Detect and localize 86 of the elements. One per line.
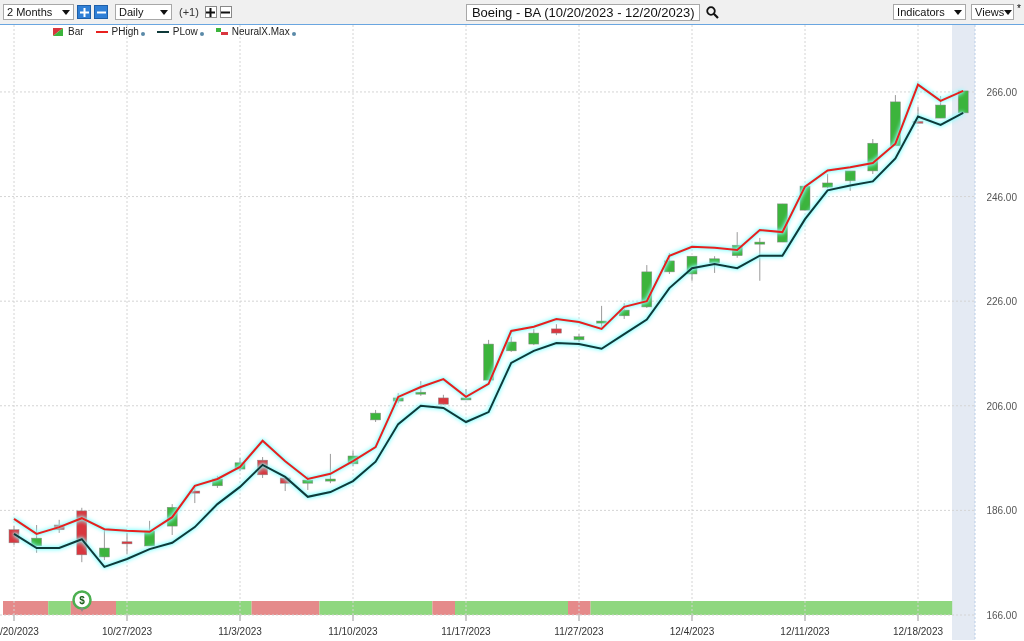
candlestick [777, 203, 788, 243]
candlestick [121, 532, 133, 555]
candlestick [189, 485, 201, 504]
dollar-marker: $ [72, 590, 92, 612]
candlestick [618, 302, 630, 320]
candlestick [890, 94, 901, 147]
candlestick [844, 170, 856, 192]
indicators-dropdown[interactable]: Indicators [893, 4, 967, 20]
candlestick [415, 380, 427, 397]
plus-icon [79, 7, 89, 17]
candlestick [392, 392, 404, 404]
y-axis-label: 166.00 [986, 610, 1017, 621]
x-axis-label: 12/11/2023 [780, 626, 830, 637]
candlestick [257, 456, 268, 479]
search-button[interactable] [706, 5, 720, 19]
x-axis-label: /20/2023 [0, 626, 39, 637]
candlestick [799, 185, 811, 211]
y-axis-label: 206.00 [986, 400, 1017, 412]
zoom-out-button[interactable] [94, 5, 108, 19]
x-axis-label: 12/18/2023 [892, 626, 944, 637]
candlestick [31, 524, 42, 554]
period-dropdown[interactable]: 2 Months [3, 4, 74, 20]
candlestick [528, 328, 540, 346]
y-axis-label: 186.00 [986, 505, 1017, 517]
candlestick [99, 528, 110, 561]
y-axis-label: 246.00 [986, 191, 1017, 203]
x-axis-label: 11/17/2023 [441, 626, 491, 637]
candlestick [754, 237, 766, 282]
candlestick [641, 264, 653, 309]
caret-icon [1004, 9, 1013, 15]
candlestick [596, 305, 607, 328]
caret-icon [62, 9, 70, 15]
y-axis-label: 226.00 [986, 296, 1017, 308]
candlestick [144, 520, 155, 547]
candlestick [686, 255, 698, 282]
candlestick [438, 394, 449, 406]
candlestick [573, 333, 585, 343]
legend-label: PLow [172, 26, 198, 37]
offset-label: (+1) [179, 6, 199, 18]
caret-icon [160, 9, 168, 15]
modified-marker: * [1017, 3, 1021, 14]
candlestick [912, 106, 924, 124]
x-axis-label: 12/4/2023 [669, 626, 715, 637]
x-axis-label: 11/27/2023 [554, 626, 604, 637]
candlestick [212, 475, 223, 489]
candlestick [867, 138, 879, 175]
candlestick [551, 323, 562, 336]
settings-dot-icon[interactable] [291, 31, 296, 36]
candle-legend-icon [52, 26, 64, 37]
settings-dot-icon[interactable] [199, 31, 204, 36]
x-axis-label: 11/3/2023 [218, 626, 262, 637]
settings-dot-icon[interactable] [140, 31, 145, 36]
candlestick [370, 409, 381, 423]
x-axis-label: 10/27/2023 [101, 626, 153, 637]
zoom-in-button[interactable] [204, 6, 217, 18]
candlestick [664, 252, 675, 275]
candlestick [279, 477, 291, 492]
signal-legend-icon [215, 26, 228, 37]
candlestick [302, 475, 314, 491]
zoom-in-button[interactable] [77, 5, 91, 19]
caret-icon [954, 9, 963, 15]
candlestick [234, 457, 246, 472]
y-axis-label: 266.00 [986, 86, 1017, 98]
interval-dropdown[interactable]: Daily [115, 4, 172, 20]
candlestick [505, 336, 517, 353]
plus-icon [206, 7, 216, 17]
candlestick [957, 90, 969, 114]
candlestick [460, 388, 472, 401]
candlestick [935, 95, 946, 119]
candlestick [325, 453, 336, 484]
candlestick [8, 525, 20, 546]
candlestick [709, 255, 720, 274]
legend-label: NeuralX.Max [231, 26, 290, 37]
candlestick [166, 503, 178, 536]
legend-label: Bar [68, 26, 84, 37]
zoom-out-button[interactable] [219, 6, 232, 18]
candlestick [76, 507, 88, 563]
x-axis-label: 11/10/2023 [328, 626, 378, 637]
candlestick [483, 339, 494, 381]
candlestick [347, 450, 359, 467]
candlestick [731, 231, 743, 259]
candlestick [53, 519, 65, 534]
chart-title: Boeing - BA (10/20/2023 - 12/20/2023) [465, 3, 701, 21]
legend-label: PHigh [111, 26, 139, 37]
views-dropdown[interactable]: Views [971, 4, 1015, 20]
candlestick [822, 173, 833, 189]
